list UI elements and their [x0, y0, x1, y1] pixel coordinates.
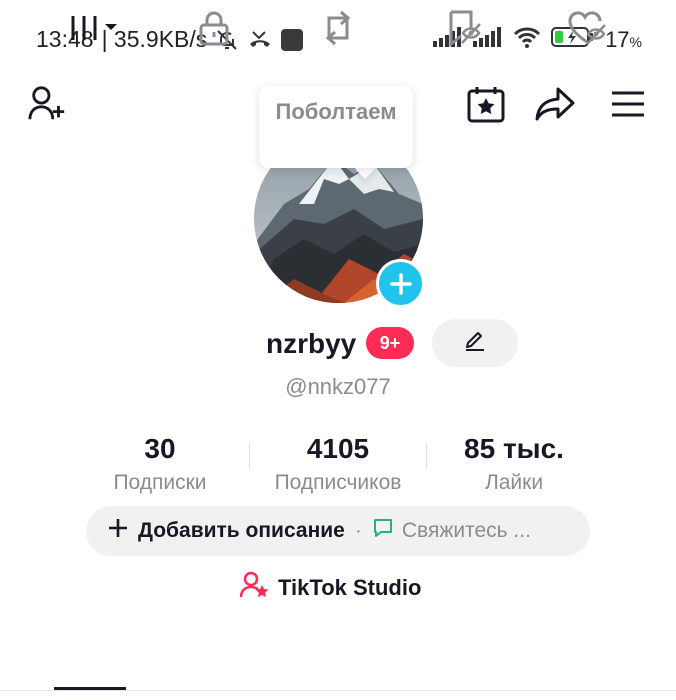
stat-following[interactable]: 30 Подписки	[98, 432, 222, 498]
tab-favorites[interactable]	[442, 8, 486, 52]
videos-grid-icon	[69, 12, 123, 49]
stat-followers-value: 4105	[306, 433, 370, 464]
menu-icon[interactable]	[606, 84, 650, 124]
stat-divider	[249, 442, 250, 470]
studio-user-star-icon	[239, 571, 270, 605]
stat-divider	[426, 442, 427, 470]
repost-icon	[319, 10, 357, 51]
tab-reposts[interactable]	[316, 8, 360, 52]
add-bio-button[interactable]: Добавить описание	[138, 519, 345, 543]
chat-bubble-icon	[372, 517, 394, 545]
calendar-star-icon[interactable]	[464, 84, 508, 124]
missed-call-icon	[247, 28, 273, 52]
stat-followers[interactable]: 4105 Подписчиков	[258, 432, 418, 498]
user-handle: @nnkz077	[285, 374, 391, 399]
add-avatar-button[interactable]	[376, 259, 425, 308]
stat-likes-value: 85 тыс.	[464, 433, 564, 464]
tab-private[interactable]	[192, 8, 236, 52]
bio-pill: Добавить описание · Свяжитесь ...	[86, 506, 590, 556]
app-notification-icon	[281, 28, 304, 51]
liked-heart-icon	[568, 10, 608, 51]
add-friend-icon[interactable]	[28, 84, 68, 124]
stat-likes-label: Лайки	[484, 471, 544, 494]
edit-profile-button[interactable]	[432, 319, 518, 367]
pencil-icon	[463, 329, 487, 358]
chat-tooltip[interactable]: Поболтаем	[259, 86, 413, 168]
tiktok-studio-link[interactable]: TikTok Studio	[239, 571, 422, 605]
username: nzrbyy	[266, 328, 357, 359]
contact-button[interactable]: Свяжитесь ...	[402, 519, 531, 543]
bio-separator: ·	[354, 519, 362, 542]
wifi-icon	[513, 26, 541, 54]
studio-label: TikTok Studio	[278, 575, 422, 600]
tabs-divider	[0, 690, 676, 691]
notification-badge[interactable]: 9+	[366, 327, 414, 359]
stat-followers-label: Подписчиков	[274, 471, 402, 494]
stat-following-label: Подписки	[113, 471, 207, 494]
tab-videos[interactable]	[68, 8, 124, 52]
share-icon[interactable]	[533, 84, 577, 124]
battery-percent: 17%	[605, 27, 642, 52]
tab-liked[interactable]	[566, 8, 610, 52]
stat-likes[interactable]: 85 тыс. Лайки	[444, 432, 584, 498]
stat-following-value: 30	[144, 433, 176, 464]
lock-icon	[198, 10, 230, 51]
favorites-bookmark-icon	[445, 9, 483, 52]
plus-icon	[108, 518, 128, 544]
